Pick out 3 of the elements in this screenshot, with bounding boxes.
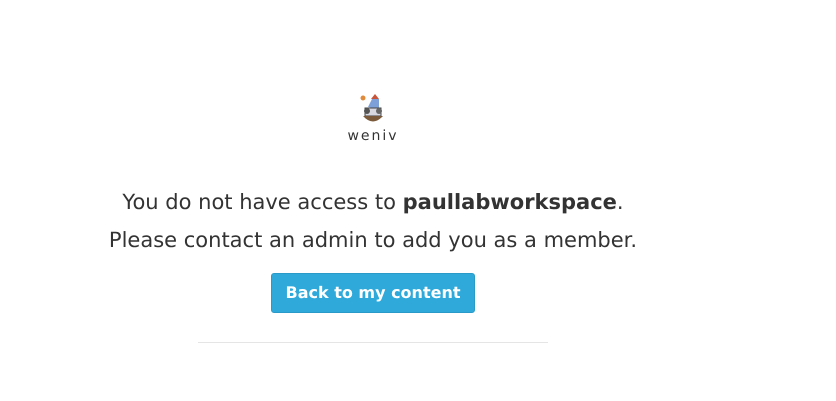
access-message: You do not have access to paullabworkspace. Please contact an admin to add you as a member. [108,189,638,254]
logo-wordmark: weniv [347,129,399,143]
back-button[interactable]: Back to my content [270,273,476,313]
